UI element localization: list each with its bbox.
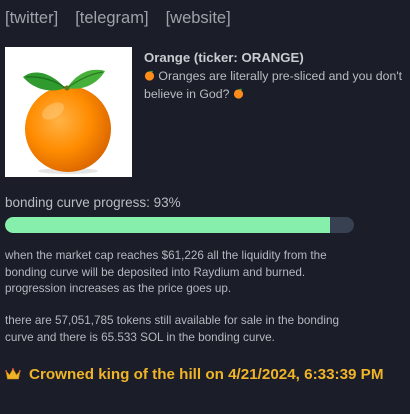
orange-emoji-icon [233,88,243,99]
twitter-link[interactable]: [twitter] [5,9,58,28]
token-image [5,47,132,177]
king-of-the-hill-text: Crowned king of the hill on 4/21/2024, 6… [29,366,384,383]
market-cap-info: when the market cap reaches $61,226 all … [5,249,327,295]
social-links: [twitter] [telegram] [website] [5,9,231,28]
telegram-link[interactable]: [telegram] [75,9,148,28]
token-description: Oranges are literally pre-sliced and you… [144,67,404,103]
bonding-curve-progress-fill [5,217,330,233]
tokens-available-info: there are 57,051,785 tokens still availa… [5,314,339,344]
token-info: Orange (ticker: ORANGE) Oranges are lite… [144,50,404,103]
bonding-curve-progress-label: bonding curve progress: 93% [5,195,181,210]
token-name: Orange (ticker: ORANGE) [144,50,304,65]
king-of-the-hill-banner: Crowned king of the hill on 4/21/2024, 6… [5,364,405,386]
crown-icon [5,368,21,380]
bonding-curve-progress-bar [5,217,354,233]
orange-emoji-icon [144,70,155,81]
website-link[interactable]: [website] [166,9,231,28]
token-description-text: Oranges are literally pre-sliced and you… [144,69,403,101]
